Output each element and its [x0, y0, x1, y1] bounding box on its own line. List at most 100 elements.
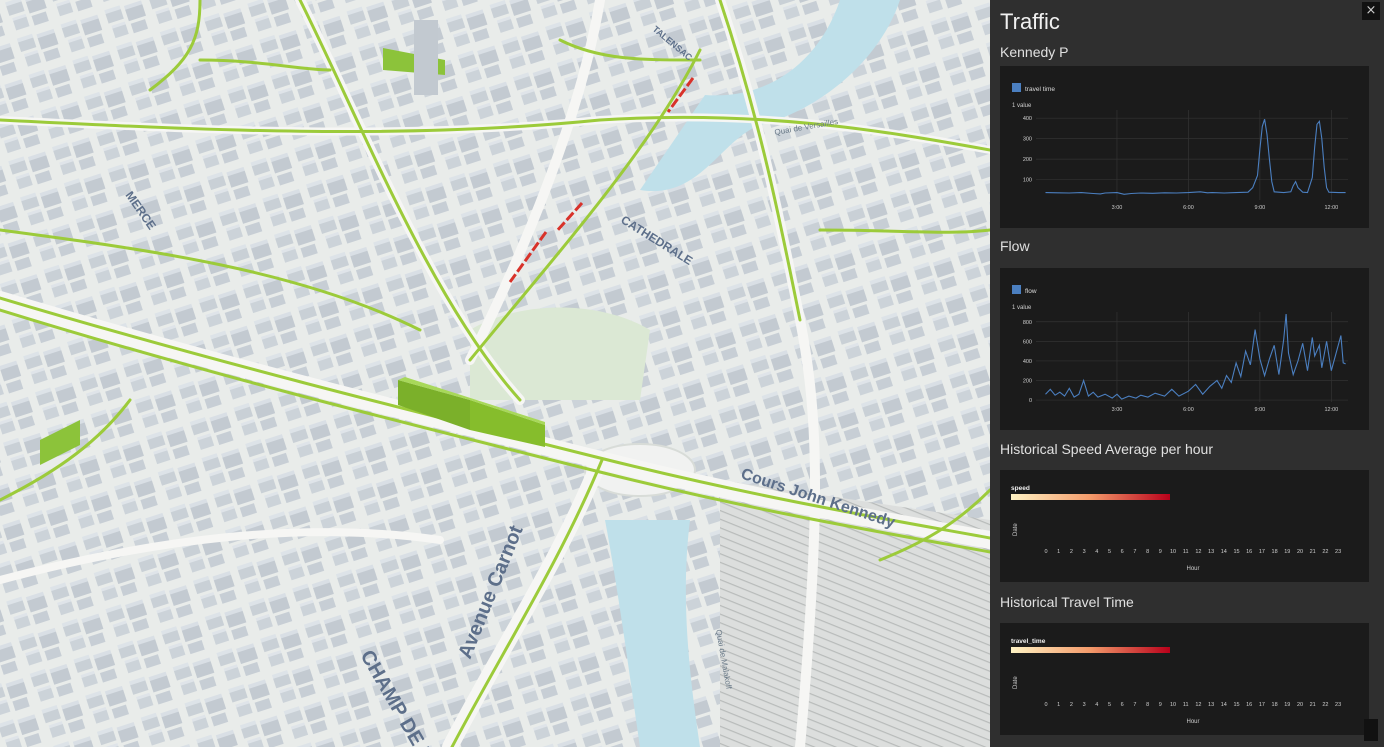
tower-building	[414, 20, 438, 95]
x-tick-label: 2	[1070, 702, 1073, 708]
x-tick-label: 17	[1259, 702, 1265, 708]
x-tick-label: 12:00	[1324, 205, 1338, 211]
section-title-travel-time: Kennedy P	[1000, 44, 1069, 60]
x-tick-label: 15	[1233, 549, 1239, 555]
x-tick-label: 0	[1044, 549, 1047, 555]
travel-time-chart[interactable]: travel time 1 value 100 200 300 400 3:00 6:00 9:…	[1000, 66, 1369, 228]
x-tick-label: 7	[1133, 549, 1136, 555]
y-tick-label: 0	[1029, 398, 1032, 404]
y-axis-label: Date	[1013, 523, 1019, 536]
chart-card-travel-time: travel time 1 value 100 200 300 400 3:00 6:00 9:…	[1000, 66, 1369, 228]
y-axis-label: 1 value	[1012, 305, 1032, 311]
x-tick-label: 12:00	[1324, 407, 1338, 413]
y-axis-label: 1 value	[1012, 103, 1032, 109]
x-tick-label: 11	[1183, 702, 1189, 708]
x-tick-label: 2	[1070, 549, 1073, 555]
x-tick-label: 14	[1221, 549, 1227, 555]
x-tick-label: 3	[1083, 702, 1086, 708]
y-tick-label: 200	[1023, 378, 1032, 384]
chart-card-travel-time-history: travel_time Date 0 1 2 3 4 5 6 7 8 9 10 11 12 13 14 15 16 1…	[1000, 623, 1369, 735]
x-tick-label: 3:00	[1112, 407, 1123, 413]
traffic-panel: × Traffic Kennedy P travel time 1 value 10…	[990, 0, 1384, 747]
y-tick-label: 300	[1023, 137, 1032, 143]
x-tick-label: 9	[1159, 549, 1162, 555]
x-tick-label: 6:00	[1183, 205, 1194, 211]
x-tick-label: 1	[1057, 702, 1060, 708]
panel-title: Traffic	[1000, 9, 1060, 34]
x-tick-label: 16	[1246, 549, 1252, 555]
travel-time-heatmap[interactable]: travel_timeDate0 1 2 3 4 5 6 7 8 9 10 11 12 13 14 15 16 1…	[1000, 623, 1369, 735]
colorscale-label: speed	[1011, 485, 1030, 492]
x-tick-label: 23	[1335, 702, 1341, 708]
x-tick-label: 6	[1121, 549, 1124, 555]
x-tick-label: 22	[1322, 702, 1328, 708]
x-tick-label: 9:00	[1255, 407, 1266, 413]
legend-label: travel time	[1025, 86, 1055, 93]
y-tick-label: 800	[1023, 320, 1032, 326]
x-axis-label: Hour	[1186, 566, 1199, 572]
x-tick-label: 21	[1310, 549, 1316, 555]
y-tick-label: 600	[1023, 339, 1032, 345]
x-tick-label: 13	[1208, 702, 1214, 708]
x-tick-label: 12	[1195, 549, 1201, 555]
x-axis-label: Hour	[1186, 719, 1199, 725]
map-view[interactable]: Avenue Carnot Cours John Kennedy CHAMP D…	[0, 0, 990, 747]
x-tick-label: 11	[1183, 549, 1189, 555]
speed-heatmap[interactable]: speedDate0 1 2 3 4 5 6 7 8 9 10 11 12 13 14 15 16 17 18 19 2…	[1000, 470, 1369, 582]
x-tick-label: 16	[1246, 702, 1252, 708]
x-tick-label: 13	[1208, 549, 1214, 555]
y-axis-label: Date	[1013, 676, 1019, 689]
x-tick-label: 19	[1284, 549, 1290, 555]
x-tick-label: 10	[1170, 549, 1176, 555]
y-tick-label: 400	[1023, 116, 1032, 122]
x-tick-label: 19	[1284, 702, 1290, 708]
x-tick-label: 17	[1259, 549, 1265, 555]
x-tick-label: 6:00	[1183, 407, 1194, 413]
x-tick-label: 14	[1221, 702, 1227, 708]
resize-handle[interactable]	[1364, 719, 1378, 741]
section-title-speed: Historical Speed Average per hour	[1000, 441, 1213, 457]
x-tick-label: 9	[1159, 702, 1162, 708]
chart-card-speed: speed Date 0 1 2 3 4 5 6 7 8 9 10 11 12 13 14 15 16 17 18 19 2…	[1000, 470, 1369, 582]
legend-swatch	[1012, 285, 1021, 294]
section-title-flow: Flow	[1000, 238, 1030, 254]
close-button[interactable]: ×	[1362, 2, 1380, 20]
x-tick-label: 20	[1297, 702, 1303, 708]
x-tick-label: 22	[1322, 549, 1328, 555]
colorscale-bar	[1011, 647, 1170, 653]
section-title-travel-time-history: Historical Travel Time	[1000, 594, 1134, 610]
x-tick-label: 0	[1044, 702, 1047, 708]
x-tick-label: 4	[1095, 549, 1098, 555]
y-tick-label: 400	[1023, 359, 1032, 365]
x-tick-label: 15	[1233, 702, 1239, 708]
x-tick-label: 10	[1170, 702, 1176, 708]
x-tick-label: 7	[1133, 702, 1136, 708]
legend-label: flow	[1025, 288, 1037, 295]
colorscale-label: travel_time	[1011, 638, 1046, 645]
x-tick-label: 18	[1272, 549, 1278, 555]
x-tick-label: 1	[1057, 549, 1060, 555]
x-tick-label: 5	[1108, 702, 1111, 708]
x-tick-label: 8	[1146, 549, 1149, 555]
y-tick-label: 200	[1023, 157, 1032, 163]
x-tick-label: 5	[1108, 549, 1111, 555]
chart-card-flow: flow 1 value 0 200 400 600 800 3:00 6:00 9:00 12:0…	[1000, 268, 1369, 430]
y-tick-label: 100	[1023, 178, 1032, 184]
park-area	[470, 307, 650, 400]
x-tick-label: 12	[1195, 702, 1201, 708]
x-tick-label: 3	[1083, 549, 1086, 555]
x-tick-label: 21	[1310, 702, 1316, 708]
flow-chart[interactable]: flow 1 value 0 200 400 600 800 3:00 6:00 9:00 12:0…	[1000, 268, 1369, 430]
x-tick-label: 23	[1335, 549, 1341, 555]
legend-swatch	[1012, 83, 1021, 92]
series-line	[1045, 119, 1346, 195]
x-tick-label: 6	[1121, 702, 1124, 708]
colorscale-bar	[1011, 494, 1170, 500]
x-tick-label: 4	[1095, 702, 1098, 708]
x-tick-label: 18	[1272, 702, 1278, 708]
series-line	[1045, 313, 1346, 400]
x-tick-label: 9:00	[1255, 205, 1266, 211]
x-tick-label: 20	[1297, 549, 1303, 555]
x-tick-label: 8	[1146, 702, 1149, 708]
x-tick-label: 3:00	[1112, 205, 1123, 211]
